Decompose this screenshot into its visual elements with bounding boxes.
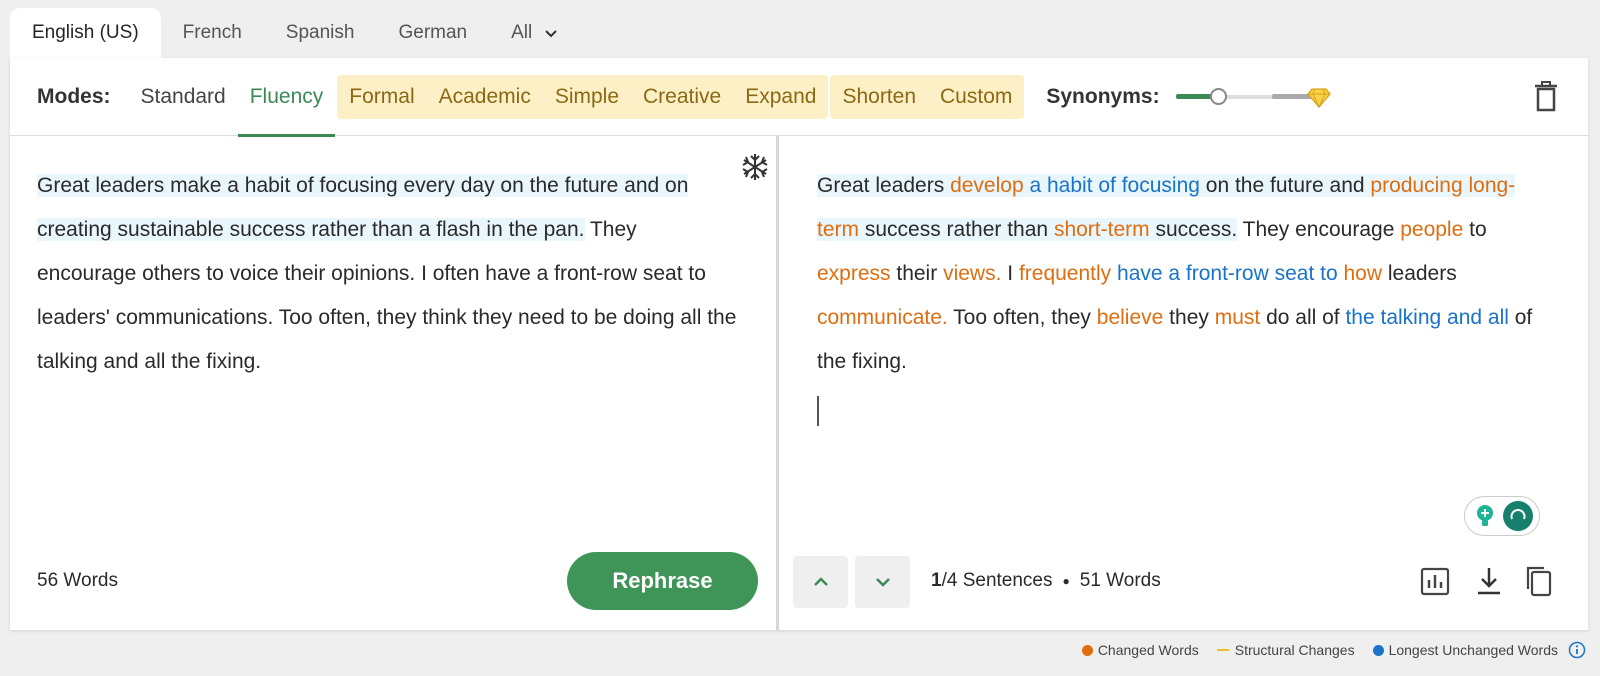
statistics-icon[interactable] [1419,564,1451,598]
output-segment: leaders [1382,262,1457,285]
input-panel: Great leaders make a habit of focusing e… [10,136,770,630]
output-segment[interactable]: the talking and all [1345,306,1508,329]
mode-fluency[interactable]: Fluency [237,58,336,137]
output-segment[interactable]: frequently [1019,262,1111,285]
copy-icon[interactable] [1523,564,1555,598]
output-segment: do all of [1260,306,1346,329]
output-segment: Great leaders [817,174,951,197]
premium-diamond-icon [1306,87,1331,108]
mode-simple[interactable]: Simple [543,75,631,119]
tab-label: Spanish [285,22,355,43]
output-segment[interactable]: communicate. [817,306,948,329]
sentence-info: 1 /4 Sentences ● 51 Words [931,570,1161,592]
legend-label: Structural Changes [1234,642,1355,658]
synonyms-slider[interactable] [1175,82,1331,112]
tab-english-us[interactable]: English (US) [10,8,161,58]
output-segment[interactable]: short-term [1053,218,1150,241]
previous-sentence-button[interactable] [793,556,848,608]
output-segment[interactable]: develop [950,174,1024,197]
output-segment[interactable]: have a front-row seat to [1117,262,1338,285]
sentence-current: 1 [931,570,942,591]
output-segment[interactable]: people [1400,218,1463,241]
output-word-count: 51 Words [1079,570,1161,591]
tab-all-languages[interactable]: All [489,8,580,58]
output-segment[interactable]: how [1343,262,1382,285]
tab-german[interactable]: German [376,8,489,58]
synonyms-label: Synonyms: [1046,84,1160,108]
tab-spanish[interactable]: Spanish [264,8,377,58]
refresh-icon[interactable] [1502,501,1533,531]
output-segment[interactable]: a habit of focusing [1029,174,1200,197]
mode-expand[interactable]: Expand [733,75,828,119]
slider-knob[interactable] [1209,87,1227,105]
text-cursor [817,396,819,427]
mode-academic[interactable]: Academic [427,75,543,119]
tab-label: All [511,22,533,43]
chevron-down-icon [875,578,890,587]
output-segment: they [1163,306,1215,329]
tab-label: French [182,22,242,43]
output-segment: on the future and [1199,174,1371,197]
legend-label: Changed Words [1097,642,1199,658]
output-text[interactable]: Great leaders develop a habit of focusin… [817,164,1557,428]
output-segments: Great leaders develop a habit of focusin… [817,174,1532,373]
changed-dot [1081,644,1093,656]
output-segment: to [1463,218,1487,241]
output-panel: Great leaders develop a habit of focusin… [779,136,1588,630]
output-segment: their [890,262,944,285]
freeze-words-icon[interactable] [740,152,770,182]
legend: Changed Words Structural Changes Longest… [1064,637,1586,663]
output-segment[interactable]: must [1215,306,1261,329]
paraphraser-card: Modes: Standard Fluency Formal Academic … [10,58,1588,630]
chevron-up-icon [813,577,828,586]
rephrase-button[interactable]: Rephrase [567,552,758,610]
tab-label: English (US) [32,22,139,43]
mode-creative[interactable]: Creative [631,75,733,119]
lightbulb-icon[interactable] [1472,503,1498,529]
legend-unchanged: Longest Unchanged Words [1372,642,1558,658]
output-segment[interactable]: express [817,262,891,285]
ai-assistant-widget[interactable] [1464,496,1540,536]
modes-label: Modes: [37,84,111,108]
mode-formal[interactable]: Formal [337,75,426,119]
next-sentence-button[interactable] [855,556,910,608]
language-tabs: English (US) French Spanish German All [10,8,580,58]
download-icon[interactable] [1473,564,1505,598]
output-segment[interactable]: views. [943,262,1001,285]
input-word-count: 56 Words [37,570,118,591]
premium-modes-group: Shorten Custom [830,74,1025,119]
output-segment: Too often, they [947,306,1097,329]
dot-separator: ● [1062,574,1070,588]
sentence-total: /4 Sentences [941,570,1053,591]
modes-bar: Modes: Standard Fluency Formal Academic … [10,58,1588,137]
mode-shorten[interactable]: Shorten [830,75,928,119]
mode-custom[interactable]: Custom [928,75,1024,119]
input-sentence: They encourage others to voice their opi… [37,218,737,373]
output-segment[interactable]: believe [1097,306,1164,329]
chevron-down-icon [545,30,557,38]
legend-label: Longest Unchanged Words [1388,642,1558,658]
premium-modes-group: Formal Academic Simple Creative Expand [337,74,829,119]
trash-icon[interactable] [1532,80,1560,112]
legend-changed: Changed Words [1081,642,1199,658]
mode-standard[interactable]: Standard [129,58,238,136]
structural-line [1216,649,1229,651]
info-icon[interactable] [1568,641,1586,659]
tab-french[interactable]: French [161,8,264,58]
refresh-arc-icon [1510,509,1525,520]
tab-label: German [398,22,468,43]
legend-structural: Structural Changes [1216,642,1355,658]
output-segment: I [1001,262,1019,285]
input-text[interactable]: Great leaders make a habit of focusing e… [37,164,737,384]
unchanged-dot [1372,644,1384,656]
output-segment: success. [1149,218,1238,241]
output-segment: success rather than [859,218,1054,241]
output-segment: They encourage [1237,218,1401,241]
